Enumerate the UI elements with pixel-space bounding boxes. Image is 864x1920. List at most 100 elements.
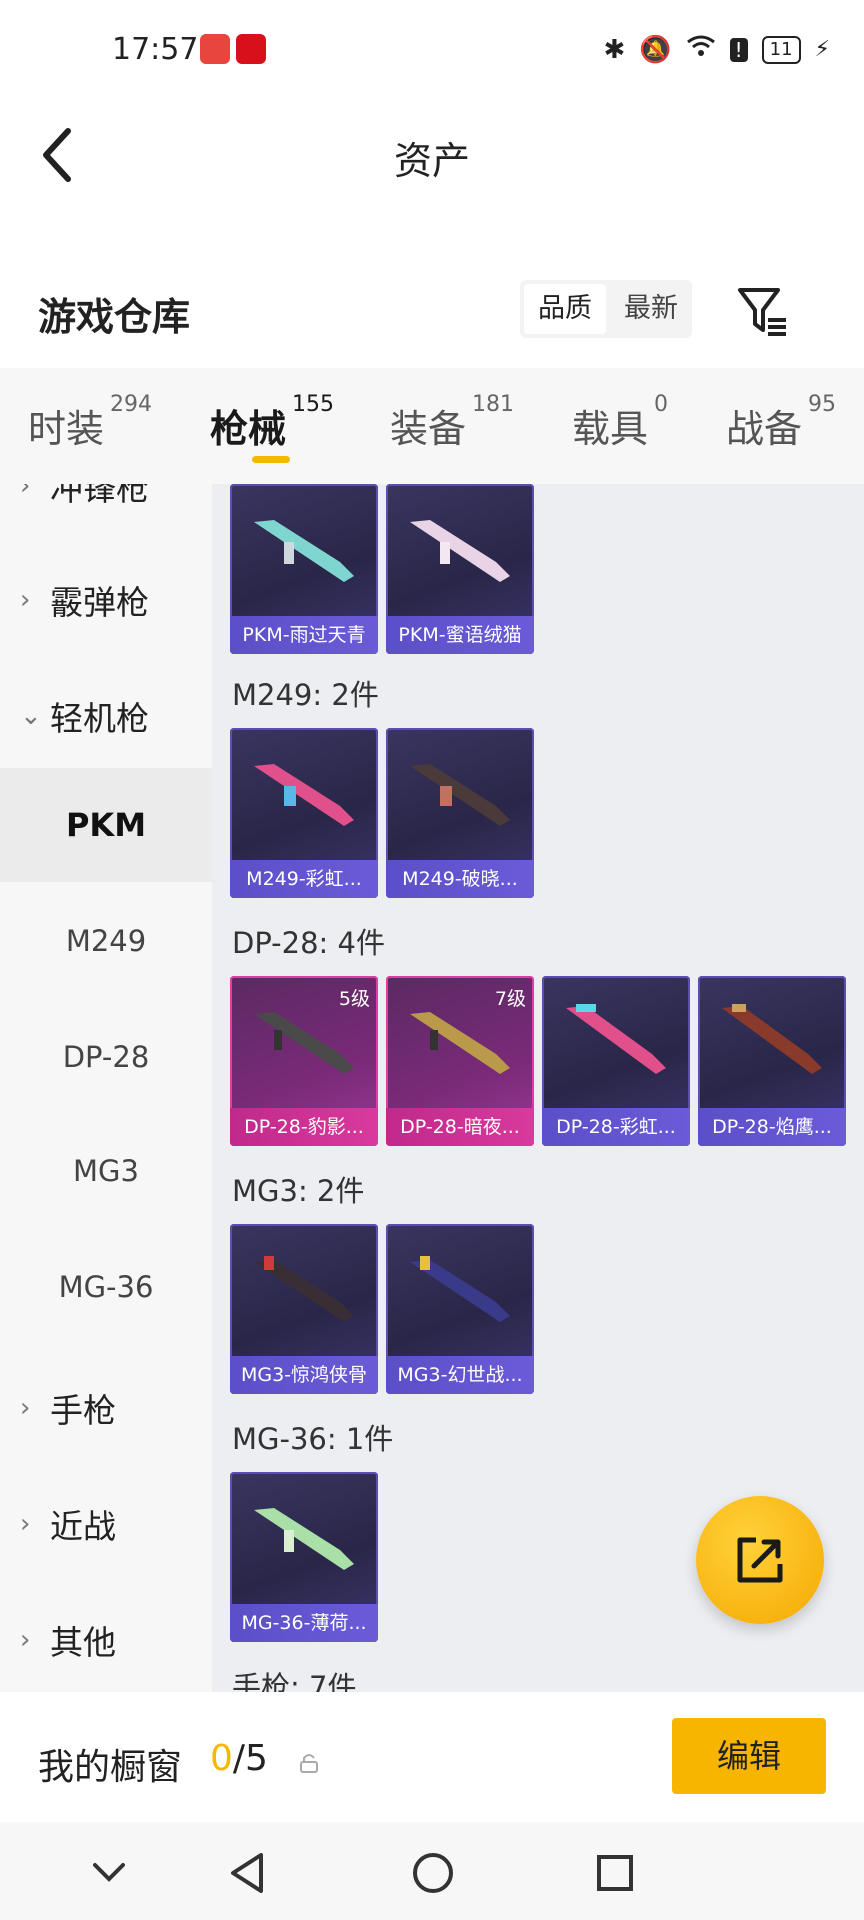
filter-icon (738, 288, 786, 336)
skin-card[interactable]: MG3-惊鸿侠骨 (230, 1224, 378, 1394)
skin-card[interactable]: MG3-幻世战... (386, 1224, 534, 1394)
edit-button[interactable]: 编辑 (672, 1718, 826, 1794)
tab-count: 155 (292, 392, 335, 417)
nav-home-button[interactable] (408, 1848, 458, 1898)
sidebar-category-shotgun[interactable]: › 霰弹枪 (20, 576, 149, 624)
skin-name: MG3-幻世战... (386, 1356, 534, 1394)
sidebar-item-pkm[interactable]: PKM (0, 768, 212, 882)
filter-button[interactable] (736, 284, 790, 338)
sidebar-category-label: 其他 (50, 1623, 116, 1662)
sidebar-item-mg3[interactable]: MG3 (0, 1154, 212, 1188)
skin-card[interactable]: M249-破晓... (386, 728, 534, 898)
sidebar-category-label: 近战 (50, 1507, 116, 1546)
tab-equipment[interactable]: 装备181 (390, 392, 514, 453)
skin-card[interactable]: PKM-蜜语绒猫 (386, 484, 534, 654)
sort-by-newest-option[interactable]: 最新 (610, 280, 692, 338)
tab-count: 0 (654, 392, 669, 417)
gun-image-icon (254, 1256, 354, 1322)
status-icons: ✱ 🔕 ! 11 ⚡ (603, 34, 830, 65)
showcase-count: 0/5 (210, 1738, 268, 1779)
weapon-category-sidebar: › 冲锋枪 › 霰弹枪 ⌄ 轻机枪 PKM M249 DP-28 MG3 MG-36 … (0, 484, 212, 1692)
tab-count: 181 (472, 392, 515, 417)
share-icon (737, 1537, 783, 1583)
gun-image-icon (566, 1004, 666, 1074)
gun-image-icon (254, 764, 354, 826)
sort-toggle: 品质 最新 (520, 280, 692, 338)
group-title: 手枪: 7件 (232, 1670, 357, 1692)
nav-collapse-button[interactable] (84, 1848, 134, 1898)
skin-name: MG-36-薄荷... (230, 1604, 378, 1642)
share-floating-button[interactable] (696, 1496, 824, 1624)
skin-name: DP-28-焰鹰... (698, 1108, 846, 1146)
skin-card[interactable]: PKM-雨过天青 (230, 484, 378, 654)
notification-app-icon (200, 34, 230, 64)
skin-name: M249-破晓... (386, 860, 534, 898)
showcase-total: /5 (232, 1738, 268, 1779)
sidebar-category-label: 手枪 (50, 1391, 116, 1430)
chevron-right-icon: › (20, 1625, 31, 1655)
skin-level: 5级 (338, 988, 370, 1010)
group-title: DP-28: 4件 (232, 926, 385, 960)
tab-label: 载具 (572, 407, 649, 451)
tab-label: 装备 (390, 407, 467, 451)
page-title: 资产 (393, 139, 470, 183)
square-recents-icon (597, 1855, 633, 1891)
chevron-right-icon: › (20, 1509, 31, 1539)
tab-label: 时装 (28, 407, 105, 451)
sidebar-category-label: 霰弹枪 (50, 583, 149, 622)
chevron-right-icon: › (20, 484, 31, 501)
chevron-down-icon (93, 1863, 125, 1882)
nav-recents-button[interactable] (590, 1848, 640, 1898)
circle-home-icon (413, 1853, 453, 1893)
chevron-right-icon: › (20, 1393, 31, 1423)
lock-icon (298, 1752, 320, 1778)
sidebar-item-m249[interactable]: M249 (0, 924, 212, 958)
skin-level: 7级 (494, 988, 526, 1010)
alert-icon: ! (729, 37, 748, 62)
skin-card[interactable]: M249-彩虹... (230, 728, 378, 898)
sidebar-category-lmg[interactable]: ⌄ 轻机枪 (20, 692, 149, 740)
tab-vehicles[interactable]: 载具0 (572, 392, 668, 453)
skin-name: PKM-蜜语绒猫 (386, 616, 534, 654)
skin-card[interactable]: DP-28-焰鹰... (698, 976, 846, 1146)
sidebar-category-label: 轻机枪 (50, 699, 149, 738)
triangle-back-icon (231, 1853, 263, 1893)
gun-image-icon (254, 520, 354, 582)
mute-icon: 🔕 (639, 34, 672, 65)
status-time: 17:57 (112, 32, 199, 67)
tab-fashion[interactable]: 时装294 (28, 392, 152, 453)
sidebar-category-pistol[interactable]: › 手枪 (20, 1384, 116, 1432)
tab-weapons[interactable]: 枪械155 (210, 392, 334, 453)
skin-card[interactable]: 7级 DP-28-暗夜... (386, 976, 534, 1146)
sidebar-item-mg36[interactable]: MG-36 (0, 1270, 212, 1304)
nav-back-button[interactable] (222, 1848, 272, 1898)
skin-name: DP-28-暗夜... (386, 1108, 534, 1146)
tab-count: 95 (808, 392, 837, 417)
skin-card[interactable]: 5级 DP-28-豹影... (230, 976, 378, 1146)
tab-label: 战备 (726, 407, 803, 451)
showcase-current: 0 (210, 1738, 233, 1779)
group-title: MG3: 2件 (232, 1174, 365, 1208)
group-title: M249: 2件 (232, 678, 379, 712)
bluetooth-icon: ✱ (603, 34, 626, 65)
skin-card[interactable]: MG-36-薄荷... (230, 1472, 378, 1642)
active-tab-indicator (252, 456, 290, 463)
showcase-label: 我的橱窗 (38, 1747, 183, 1788)
gun-image-icon (410, 764, 510, 826)
sort-by-quality-option[interactable]: 品质 (524, 284, 606, 334)
sidebar-item-dp28[interactable]: DP-28 (0, 1040, 212, 1074)
notification-app-icon (236, 34, 266, 64)
charging-icon: ⚡ (814, 37, 830, 62)
tab-supplies[interactable]: 战备95 (726, 392, 836, 453)
skin-name: DP-28-豹影... (230, 1108, 378, 1146)
section-title: 游戏仓库 (38, 295, 191, 339)
group-title: MG-36: 1件 (232, 1422, 394, 1456)
gun-image-icon (410, 1256, 510, 1322)
chevron-right-icon: › (20, 585, 31, 615)
gun-image-icon (722, 1004, 822, 1074)
sidebar-category-smg[interactable]: › 冲锋枪 (20, 484, 149, 510)
skin-card[interactable]: DP-28-彩虹... (542, 976, 690, 1146)
sidebar-category-other[interactable]: › 其他 (20, 1616, 116, 1664)
gun-image-icon (254, 1508, 354, 1570)
sidebar-category-melee[interactable]: › 近战 (20, 1500, 116, 1548)
